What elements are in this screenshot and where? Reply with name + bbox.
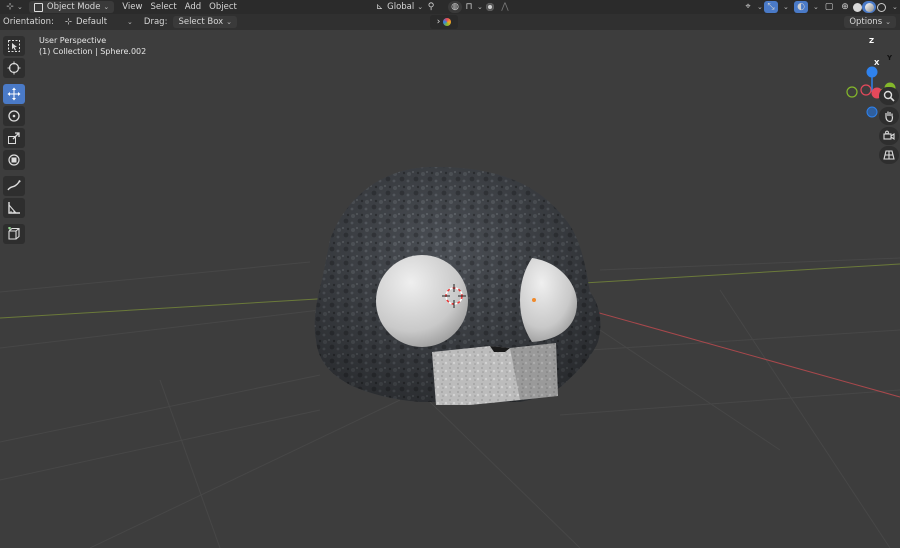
grid-perspective-icon xyxy=(883,150,895,160)
rotate-icon xyxy=(8,110,20,122)
pan-button[interactable] xyxy=(879,107,899,125)
xray-icon[interactable]: ▢ xyxy=(822,1,836,13)
drag-value: Select Box xyxy=(178,17,224,27)
chevron-down-icon: ⌄ xyxy=(783,3,789,11)
chevron-down-icon: ⌄ xyxy=(892,3,898,11)
measure-tool[interactable] xyxy=(3,198,25,218)
scale-icon xyxy=(8,132,20,144)
object-origin-dot xyxy=(532,298,536,302)
color-ball-icon xyxy=(443,18,452,26)
orientation-axes-icon: ⊹ xyxy=(64,17,72,27)
cursor-tool[interactable] xyxy=(3,58,25,78)
viewport-header: ⊹ ⌄ Object Mode ⌄ View Select Add Object… xyxy=(0,0,900,14)
select-box-icon xyxy=(8,40,20,52)
move-icon xyxy=(7,87,21,101)
rotate-tool[interactable] xyxy=(3,106,25,126)
zoom-button[interactable] xyxy=(879,87,899,105)
orientation-dropdown[interactable]: ⊹ Default ⌄ xyxy=(60,16,138,28)
perspective-toggle-button[interactable] xyxy=(879,146,899,164)
add-cube-tool[interactable] xyxy=(3,224,25,244)
gizmo-z-label: Z xyxy=(869,37,875,45)
object-mode-icon xyxy=(33,2,43,12)
camera-view-button[interactable] xyxy=(879,127,899,145)
transform-tool[interactable] xyxy=(3,150,25,170)
annotate-tool[interactable] xyxy=(3,176,25,196)
chevron-down-icon: ⌄ xyxy=(885,18,891,26)
transform-orientation-label: Global xyxy=(387,2,415,12)
transform-icon xyxy=(8,154,20,166)
measure-icon xyxy=(8,202,20,214)
chevron-down-icon: ⌄ xyxy=(226,18,233,26)
chevron-right-icon: › xyxy=(436,17,441,27)
cursor-icon xyxy=(7,61,21,75)
x-axis-line xyxy=(559,301,900,398)
chevron-down-icon: ⌄ xyxy=(813,3,819,11)
gizmo-y-label: Y xyxy=(887,54,893,62)
snap-icon[interactable]: ◍ xyxy=(448,1,462,13)
toolbar xyxy=(3,36,27,246)
chevron-down-icon: ⌄ xyxy=(757,3,763,11)
zoom-icon xyxy=(883,90,895,102)
drag-dropdown[interactable]: Select Box ⌄ xyxy=(173,16,238,28)
camera-icon xyxy=(883,130,895,141)
editor-type-icon[interactable]: ⊹ xyxy=(3,1,17,13)
visibility-icon[interactable]: ⌖ xyxy=(741,1,755,13)
drag-label: Drag: xyxy=(143,17,168,27)
chevron-down-icon: ⌄ xyxy=(477,3,483,11)
falloff-icon[interactable]: ⋀ xyxy=(498,1,512,13)
orientation-value: Default xyxy=(75,17,108,27)
mode-label: Object Mode xyxy=(46,2,101,12)
collapse-toggle[interactable]: › xyxy=(430,15,458,29)
collection-info: (1) Collection | Sphere.002 xyxy=(39,47,147,56)
hand-icon xyxy=(885,111,894,122)
chevron-down-icon: ⌄ xyxy=(17,3,23,11)
move-tool[interactable] xyxy=(3,84,25,104)
transform-orientation-dropdown[interactable]: ⊾ Global ⌄ xyxy=(372,0,427,14)
pivot-point-icon[interactable]: ⚲ xyxy=(424,1,438,13)
snap-target-icon[interactable]: ⊓ xyxy=(462,1,476,13)
scale-tool[interactable] xyxy=(3,128,25,148)
viewport-scene[interactable] xyxy=(0,30,900,548)
gizmo-x-label: X xyxy=(874,59,880,67)
shading-rendered-icon[interactable] xyxy=(874,1,888,13)
options-dropdown[interactable]: Options ⌄ xyxy=(844,16,896,28)
menu-view[interactable]: View xyxy=(118,0,146,14)
options-label: Options xyxy=(849,17,883,27)
chevron-down-icon: ⌄ xyxy=(417,3,424,11)
menu-object[interactable]: Object xyxy=(205,0,241,14)
orientation-label: Orientation: xyxy=(3,17,54,27)
orientation-axes-icon: ⊾ xyxy=(376,2,384,12)
gizmo-toggle-icon[interactable]: ⤡ xyxy=(764,1,778,13)
menu-select[interactable]: Select xyxy=(146,0,180,14)
viewport-3d[interactable]: Z Y X User Perspective (1) Collection | … xyxy=(0,30,900,548)
overlays-icon[interactable]: ◐ xyxy=(794,1,808,13)
add-cube-icon xyxy=(8,227,20,240)
menu-add[interactable]: Add xyxy=(181,0,205,14)
select-box-tool[interactable] xyxy=(3,36,25,56)
tool-settings-bar: Orientation: ⊹ Default ⌄ Drag: Select Bo… xyxy=(0,14,900,30)
mode-dropdown[interactable]: Object Mode ⌄ xyxy=(28,1,115,13)
chevron-down-icon: ⌄ xyxy=(103,3,110,11)
proportional-editing-icon[interactable] xyxy=(483,1,497,13)
chevron-down-icon: ⌄ xyxy=(127,18,133,26)
view-name: User Perspective xyxy=(39,36,107,45)
annotate-icon xyxy=(7,179,21,191)
